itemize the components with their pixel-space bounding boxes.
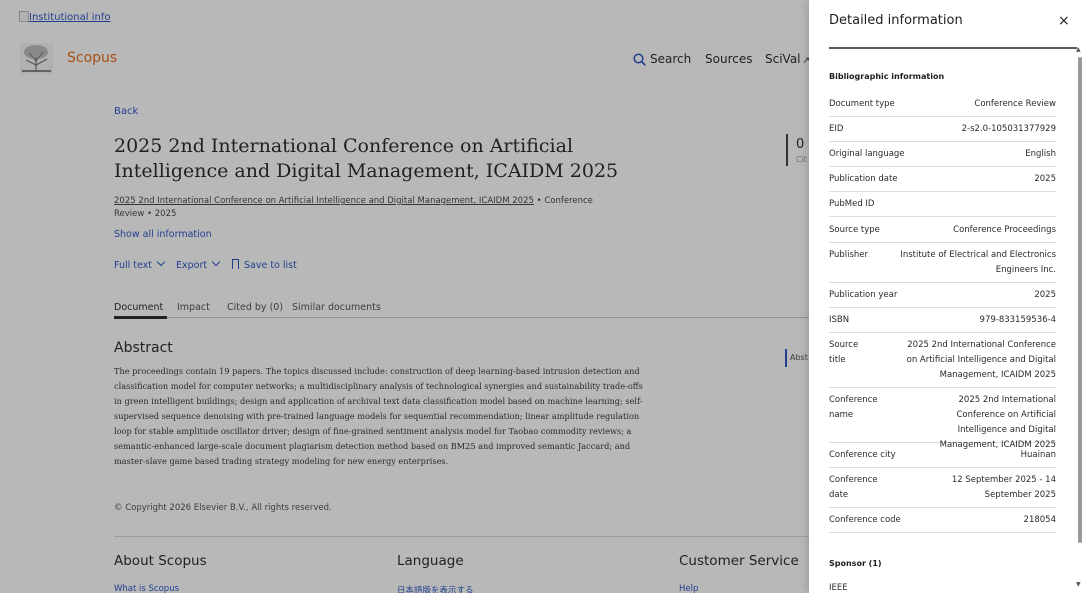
info-value: Conference Proceedings (953, 225, 1056, 235)
info-key: Conference code (829, 515, 901, 525)
info-value: 2025 2nd International Conference on Art… (939, 395, 1056, 450)
info-key: EID (829, 124, 844, 134)
close-icon[interactable]: × (1058, 13, 1070, 29)
panel-title: Detailed information (829, 13, 963, 28)
info-row-publisher: Publisher Institute of Electrical and Ele… (829, 248, 1056, 283)
info-row-conference-name: Conference name 2025 2nd International Co… (829, 393, 1056, 450)
info-row-conference-city: Conference city Huainan (829, 448, 1056, 468)
info-key: Publisher (829, 250, 869, 260)
info-row-publication-year: Publication year 2025 (829, 288, 1056, 308)
scroll-down-arrow-icon[interactable]: ▼ (1076, 581, 1081, 588)
info-row-source-title: Source title 2025 2nd International Confe… (829, 338, 1056, 388)
info-key: PubMed ID (829, 199, 875, 209)
detailed-information-panel: Detailed information × Bibliographic inf… (809, 0, 1085, 593)
info-key: ISBN (829, 315, 850, 325)
scopus-document-page: Institutional info Scopus Search Sources… (0, 0, 1085, 593)
info-row-original-language: Original language English (829, 147, 1056, 167)
sponsor-heading: Sponsor (1) (829, 559, 882, 568)
info-key: Conference city (829, 450, 896, 460)
info-value: Institute of Electrical and Electronics … (900, 250, 1056, 275)
bibliographic-section-heading: Bibliographic information (829, 72, 945, 81)
info-row-eid: EID 2-s2.0-105031377929 (829, 122, 1056, 142)
sponsor-value: IEEE (829, 583, 848, 593)
info-row-conference-date: Conference date 12 September 2025 - 14 Se… (829, 473, 1056, 508)
info-row-source-type: Source type Conference Proceedings (829, 223, 1056, 243)
info-value: English (1025, 149, 1056, 159)
info-value: Conference Review (974, 99, 1056, 109)
info-row-conference-code: Conference code 218054 (829, 513, 1056, 533)
info-key: Conference name (829, 395, 878, 420)
info-value: 2-s2.0-105031377929 (961, 124, 1056, 134)
info-key: Conference date (829, 475, 878, 500)
modal-backdrop[interactable] (0, 0, 809, 593)
info-row-publication-date: Publication date 2025 (829, 172, 1056, 192)
info-row-pubmed-id: PubMed ID (829, 197, 1056, 217)
scroll-up-arrow-icon[interactable]: ▲ (1076, 46, 1081, 53)
info-value: 218054 (1023, 515, 1056, 525)
info-key: Original language (829, 149, 905, 159)
info-row-isbn: ISBN 979-833159536-4 (829, 313, 1056, 333)
info-value: 979-833159536-4 (979, 315, 1056, 325)
info-key: Publication year (829, 290, 898, 300)
info-value: Huainan (1020, 450, 1056, 460)
panel-title-divider (829, 47, 1077, 49)
info-key: Document type (829, 99, 895, 109)
info-key: Source title (829, 340, 859, 365)
info-key: Publication date (829, 174, 898, 184)
info-key: Source type (829, 225, 880, 235)
info-value: 2025 2nd International Conference on Art… (906, 340, 1056, 380)
info-value: 2025 (1034, 174, 1056, 184)
info-value: 2025 (1034, 290, 1056, 300)
info-value: 12 September 2025 - 14 September 2025 (951, 475, 1056, 500)
panel-scrollbar-thumb[interactable] (1078, 57, 1082, 543)
info-row-document-type: Document type Conference Review (829, 97, 1056, 117)
